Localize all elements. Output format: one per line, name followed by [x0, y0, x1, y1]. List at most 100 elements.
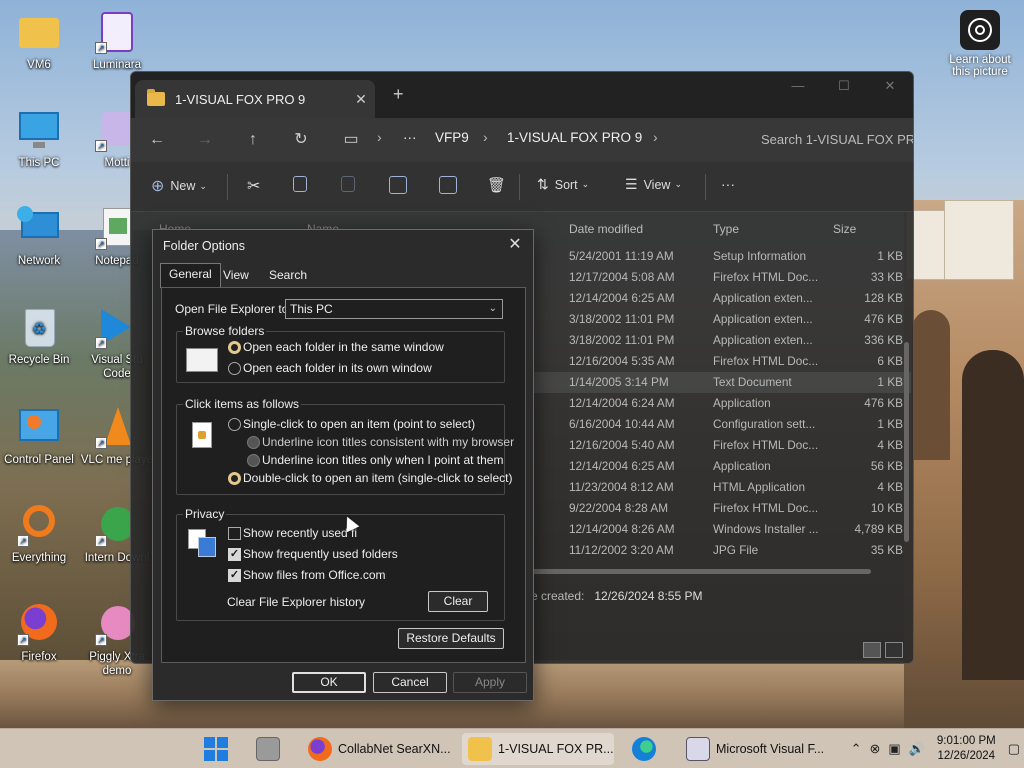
single-click-label[interactable]: Single-click to open an item (point to s…	[243, 417, 475, 431]
radio-underline-point[interactable]	[247, 454, 260, 467]
frequent-folders-label[interactable]: Show frequently used folders	[243, 547, 398, 561]
start-button[interactable]	[198, 733, 234, 765]
radio-underline-browser[interactable]	[247, 436, 260, 449]
ok-button[interactable]: OK	[292, 672, 366, 693]
display-icon[interactable]: ▣	[888, 741, 900, 757]
horizontal-scrollbar[interactable]	[531, 569, 871, 574]
desktop-icon-control-panel[interactable]: Control Panel	[0, 405, 78, 467]
sort-button[interactable]: ⇅ Sort ⌄	[537, 176, 589, 193]
table-row[interactable]: 6/16/2004 10:44 AM Configuration sett... 1…	[531, 414, 911, 435]
network-status-icon[interactable]: ⊗	[869, 741, 880, 757]
close-icon[interactable]: ✕	[505, 235, 525, 255]
apply-button[interactable]: Apply	[453, 672, 527, 693]
office-files-label[interactable]: Show files from Office.com	[243, 568, 386, 582]
radio-own-window[interactable]	[228, 362, 241, 375]
radio-single-click[interactable]	[228, 418, 241, 431]
breadcrumb-vfp9[interactable]: VFP9	[435, 130, 469, 145]
desktop-icon-everything[interactable]: ↗ Everything	[0, 503, 78, 565]
taskbar-item-explorer[interactable]: 1-VISUAL FOX PR...	[462, 733, 614, 765]
tab-search[interactable]: Search	[261, 265, 315, 287]
up-arrow-icon[interactable]: ↑	[239, 126, 267, 154]
taskbar-item-vfp[interactable]: Microsoft Visual F...	[680, 733, 840, 765]
recent-files-label[interactable]: Show recently used fi	[243, 526, 357, 540]
table-row[interactable]: 5/24/2001 11:19 AM Setup Information 1 KB	[531, 246, 911, 267]
table-row[interactable]: 9/22/2004 8:28 AM Firefox HTML Doc... 10 K…	[531, 498, 911, 519]
paste-icon[interactable]	[341, 176, 361, 192]
cut-icon[interactable]: ✂	[247, 176, 260, 196]
tab-view[interactable]: View	[215, 265, 257, 287]
radio-same-window[interactable]	[228, 341, 241, 354]
speaker-icon[interactable]: 🔊	[909, 741, 925, 757]
more-options-button[interactable]: ···	[721, 176, 735, 192]
breadcrumb-current[interactable]: 1-VISUAL FOX PRO 9	[507, 130, 642, 145]
same-window-label[interactable]: Open each folder in the same window	[243, 340, 444, 354]
clear-history-button[interactable]: Clear	[428, 591, 488, 612]
desktop-icon-network[interactable]: Network	[0, 206, 78, 268]
table-row[interactable]: 1/14/2005 3:14 PM Text Document 1 KB	[531, 372, 911, 393]
breadcrumb-ellipsis[interactable]: ···	[403, 130, 417, 145]
tiles-view-icon[interactable]	[885, 642, 903, 658]
details-view-icon[interactable]	[863, 642, 881, 658]
close-icon[interactable]: ✕	[867, 72, 913, 102]
table-row[interactable]: 3/18/2002 11:01 PM Application exten... 47…	[531, 309, 911, 330]
table-row[interactable]: 12/17/2004 5:08 AM Firefox HTML Doc... 33 …	[531, 267, 911, 288]
table-row[interactable]: 12/16/2004 5:40 AM Firefox HTML Doc... 4 K…	[531, 435, 911, 456]
taskbar-item-browser[interactable]: CollabNet SearXN...	[302, 733, 452, 765]
table-row[interactable]: 3/18/2002 11:01 PM Application exten... 33…	[531, 330, 911, 351]
open-to-dropdown[interactable]: This PC ⌄	[285, 299, 503, 319]
restore-defaults-button[interactable]: Restore Defaults	[398, 628, 504, 649]
underline-browser-label[interactable]: Underline icon titles consistent with my…	[262, 435, 514, 449]
double-click-label[interactable]: Double-click to open an item (single-cli…	[243, 471, 512, 485]
delete-icon[interactable]: 🗑	[487, 176, 506, 194]
maximize-icon[interactable]: ☐	[821, 72, 867, 102]
table-row[interactable]: 12/14/2004 6:25 AM Application exten... 12…	[531, 288, 911, 309]
table-row[interactable]: 11/12/2002 3:20 AM JPG File 35 KB	[531, 540, 911, 561]
notifications-icon[interactable]: ▢	[1008, 741, 1020, 757]
cell-size: 4 KB	[877, 480, 903, 494]
explorer-tab[interactable]: 1-VISUAL FOX PRO 9 ✕	[135, 80, 375, 118]
rename-icon[interactable]	[389, 176, 413, 194]
vertical-scrollbar[interactable]	[904, 342, 909, 542]
table-row[interactable]: 12/14/2004 6:25 AM Application 56 KB	[531, 456, 911, 477]
learn-label: Learn about this picture	[949, 54, 1011, 78]
checkbox-office-files[interactable]: ✓	[228, 569, 241, 582]
chevron-up-icon[interactable]: ⌃	[851, 741, 862, 757]
learn-about-picture[interactable]: Learn about this picture	[940, 10, 1020, 78]
monitor-icon[interactable]: ▭	[337, 126, 365, 154]
desktop-icon-luminara[interactable]: ↗ Luminara	[78, 10, 156, 72]
search-input[interactable]: Search 1-VISUAL FOX PRO 9	[751, 126, 913, 154]
control-panel-icon	[17, 405, 61, 449]
minimize-icon[interactable]: —	[775, 72, 821, 102]
taskbar-item-edge[interactable]	[626, 733, 662, 765]
tab-general[interactable]: General	[160, 263, 221, 288]
radio-double-click[interactable]	[228, 472, 241, 485]
desktop-icon-this-pc[interactable]: This PC	[0, 108, 78, 170]
column-header-date[interactable]: Date modified	[569, 222, 643, 236]
clock[interactable]: 9:01:00 PM 12/26/2024	[937, 734, 996, 764]
desktop-icon-recycle-bin[interactable]: ♻ Recycle Bin	[0, 305, 78, 367]
checkbox-recent-files[interactable]	[228, 527, 241, 540]
checkbox-frequent-folders[interactable]: ✓	[228, 548, 241, 561]
underline-point-label[interactable]: Underline icon titles only when I point …	[262, 453, 503, 467]
cancel-button[interactable]: Cancel	[373, 672, 447, 693]
share-icon[interactable]	[439, 176, 463, 194]
back-arrow-icon[interactable]: ←	[143, 126, 171, 154]
tab-close-icon[interactable]: ✕	[347, 91, 375, 108]
table-row[interactable]: 12/16/2004 5:35 AM Firefox HTML Doc... 6 K…	[531, 351, 911, 372]
view-button[interactable]: ☰ View ⌄	[625, 176, 682, 193]
table-row[interactable]: 12/14/2004 6:24 AM Application 476 KB	[531, 393, 911, 414]
copy-icon[interactable]	[293, 176, 313, 192]
refresh-icon[interactable]: ↻	[287, 126, 315, 154]
column-header-size[interactable]: Size	[833, 222, 856, 236]
desktop-icon-firefox[interactable]: ↗ Firefox	[0, 602, 78, 664]
new-button[interactable]: ⊕ New ⌄	[151, 176, 207, 196]
shortcut-arrow-icon: ↗	[95, 238, 107, 250]
task-view-button[interactable]	[250, 733, 286, 765]
table-row[interactable]: 11/23/2004 8:12 AM HTML Application 4 KB	[531, 477, 911, 498]
own-window-label[interactable]: Open each folder in its own window	[243, 361, 432, 375]
table-row[interactable]: 12/14/2004 8:26 AM Windows Installer ... 4…	[531, 519, 911, 540]
desktop-icon-vm6[interactable]: VM6	[0, 10, 78, 72]
new-tab-button[interactable]: +	[393, 84, 404, 105]
column-header-type[interactable]: Type	[713, 222, 739, 236]
forward-arrow-icon[interactable]: →	[191, 126, 219, 154]
